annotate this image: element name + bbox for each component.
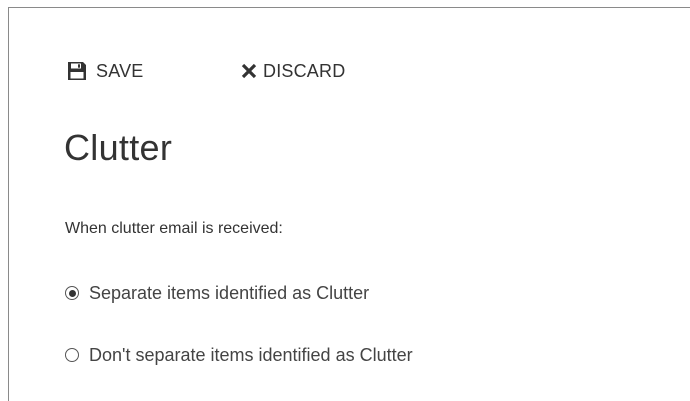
radio-button-selected[interactable] bbox=[65, 286, 79, 300]
discard-button[interactable]: DISCARD bbox=[239, 56, 345, 86]
clutter-options-panel: SAVE DISCARD Clutter When clutter email … bbox=[0, 0, 690, 401]
save-button[interactable]: SAVE bbox=[66, 56, 239, 86]
clutter-prompt-label: When clutter email is received: bbox=[65, 220, 283, 237]
radio-button-unselected[interactable] bbox=[65, 348, 79, 362]
panel-left-border bbox=[8, 7, 9, 401]
floppy-disk-icon bbox=[66, 60, 88, 82]
page-title: Clutter bbox=[64, 127, 173, 168]
radio-option-separate-clutter[interactable]: Separate items identified as Clutter bbox=[65, 281, 369, 305]
radio-option-label: Separate items identified as Clutter bbox=[89, 283, 370, 303]
panel-top-border bbox=[8, 7, 690, 8]
toolbar: SAVE DISCARD bbox=[66, 56, 345, 86]
close-x-icon bbox=[239, 60, 259, 82]
radio-selected-dot bbox=[68, 289, 76, 297]
radio-option-label: Don't separate items identified as Clutt… bbox=[89, 345, 413, 365]
save-button-label: SAVE bbox=[96, 60, 144, 81]
discard-button-label: DISCARD bbox=[263, 60, 346, 81]
radio-option-dont-separate-clutter[interactable]: Don't separate items identified as Clutt… bbox=[65, 343, 413, 367]
